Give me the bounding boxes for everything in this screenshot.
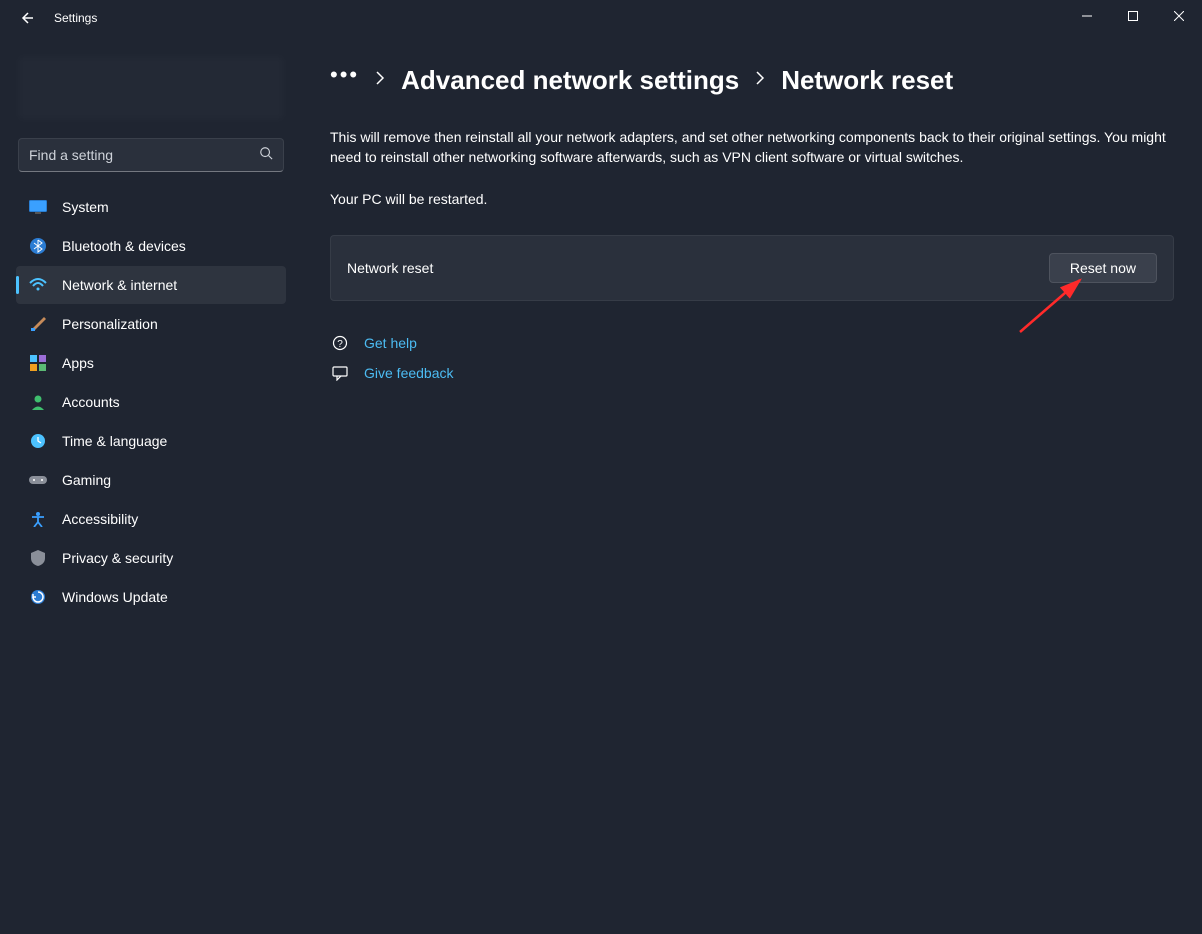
titlebar: Settings	[0, 0, 1202, 36]
sidebar-item-label: System	[62, 199, 109, 215]
apps-icon	[28, 353, 48, 373]
gamepad-icon	[28, 470, 48, 490]
person-icon	[28, 392, 48, 412]
page-title: Network reset	[781, 65, 953, 96]
sidebar-item-label: Privacy & security	[62, 550, 173, 566]
paintbrush-icon	[28, 314, 48, 334]
sidebar-item-gaming[interactable]: Gaming	[16, 461, 286, 499]
chevron-right-icon	[755, 71, 765, 90]
search-box[interactable]	[18, 138, 284, 172]
sidebar-item-accounts[interactable]: Accounts	[16, 383, 286, 421]
description-text-2: Your PC will be restarted.	[330, 191, 1174, 207]
account-area[interactable]	[18, 56, 284, 120]
app-title: Settings	[54, 11, 97, 25]
shield-icon	[28, 548, 48, 568]
sidebar-item-label: Gaming	[62, 472, 111, 488]
main-content: ••• Advanced network settings Network re…	[300, 36, 1202, 934]
sidebar-item-bluetooth[interactable]: Bluetooth & devices	[16, 227, 286, 265]
nav-list: System Bluetooth & devices Network & int…	[10, 188, 292, 616]
breadcrumb: ••• Advanced network settings Network re…	[330, 62, 1174, 98]
sidebar-item-time[interactable]: Time & language	[16, 422, 286, 460]
sidebar-item-label: Bluetooth & devices	[62, 238, 186, 254]
breadcrumb-menu[interactable]: •••	[330, 62, 359, 98]
give-feedback-link[interactable]: Give feedback	[364, 365, 454, 381]
sidebar-item-network[interactable]: Network & internet	[16, 266, 286, 304]
clock-icon	[28, 431, 48, 451]
sidebar-item-label: Apps	[62, 355, 94, 371]
network-reset-card: Network reset Reset now	[330, 235, 1174, 301]
sidebar-item-label: Network & internet	[62, 277, 177, 293]
update-icon	[28, 587, 48, 607]
sidebar-item-label: Windows Update	[62, 589, 168, 605]
help-links: ? Get help Give feedback	[330, 335, 1174, 381]
svg-text:?: ?	[337, 339, 343, 350]
accessibility-icon	[28, 509, 48, 529]
sidebar: System Bluetooth & devices Network & int…	[0, 36, 300, 934]
monitor-icon	[28, 197, 48, 217]
close-button[interactable]	[1156, 0, 1202, 32]
card-label: Network reset	[347, 260, 433, 276]
sidebar-item-label: Time & language	[62, 433, 167, 449]
feedback-icon	[330, 365, 350, 381]
search-input[interactable]	[29, 147, 259, 163]
sidebar-item-apps[interactable]: Apps	[16, 344, 286, 382]
sidebar-item-privacy[interactable]: Privacy & security	[16, 539, 286, 577]
sidebar-item-personalization[interactable]: Personalization	[16, 305, 286, 343]
minimize-button[interactable]	[1064, 0, 1110, 32]
breadcrumb-prev[interactable]: Advanced network settings	[401, 65, 739, 96]
sidebar-item-label: Personalization	[62, 316, 158, 332]
sidebar-item-label: Accessibility	[62, 511, 138, 527]
maximize-button[interactable]	[1110, 0, 1156, 32]
description-text: This will remove then reinstall all your…	[330, 128, 1170, 167]
bluetooth-icon	[28, 236, 48, 256]
back-button[interactable]	[14, 6, 38, 30]
reset-now-button[interactable]: Reset now	[1049, 253, 1157, 283]
sidebar-item-system[interactable]: System	[16, 188, 286, 226]
sidebar-item-accessibility[interactable]: Accessibility	[16, 500, 286, 538]
sidebar-item-label: Accounts	[62, 394, 120, 410]
search-icon	[259, 146, 273, 165]
wifi-icon	[28, 275, 48, 295]
get-help-link[interactable]: Get help	[364, 335, 417, 351]
sidebar-item-update[interactable]: Windows Update	[16, 578, 286, 616]
chevron-right-icon	[375, 71, 385, 90]
help-icon: ?	[330, 335, 350, 351]
